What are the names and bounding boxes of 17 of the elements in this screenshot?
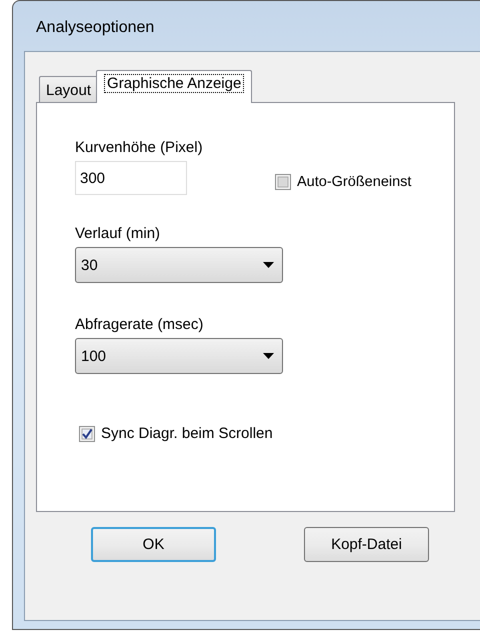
caret-icon xyxy=(263,262,274,268)
field-label: Verlauf (min) xyxy=(75,225,162,242)
checkbox[interactable] xyxy=(275,174,291,190)
field-label: Kurvenhöhe (Pixel) xyxy=(75,139,204,156)
checkbox-label: Sync Diagr. beim Scrollen xyxy=(101,425,273,442)
dropdown[interactable]: 100 xyxy=(75,338,283,374)
field-label: Abfragerate (msec) xyxy=(75,316,204,333)
input-field[interactable]: 300 xyxy=(75,161,187,195)
dropdown[interactable]: 30 xyxy=(75,247,283,283)
checkbox-label: Auto-Größeneinst xyxy=(297,174,412,190)
tab[interactable]: Layout xyxy=(39,76,98,102)
checkbox[interactable] xyxy=(79,426,95,442)
caret-icon xyxy=(263,353,274,359)
window-title: Analyseoptionen xyxy=(36,19,154,37)
tab[interactable]: Graphische Anzeige xyxy=(96,70,252,103)
button[interactable]: OK xyxy=(91,527,216,562)
button[interactable]: Kopf-Datei xyxy=(304,527,429,562)
